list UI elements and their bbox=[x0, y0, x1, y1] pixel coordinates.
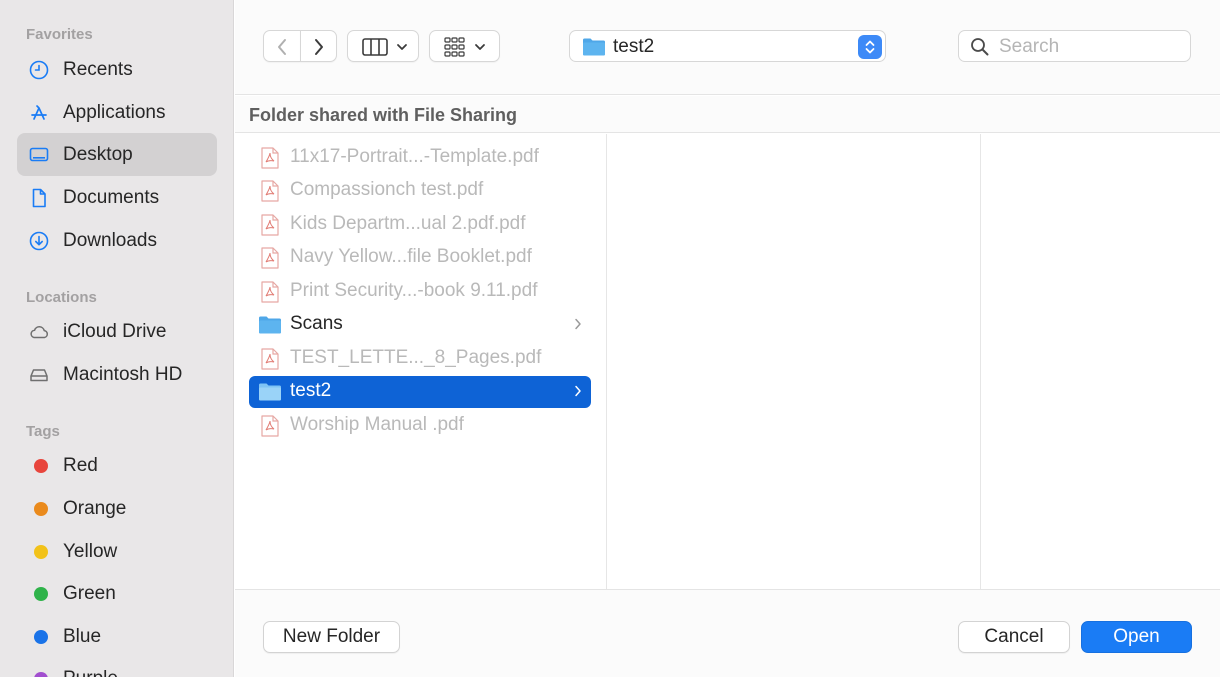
sidebar-tag-yellow[interactable]: Yellow bbox=[17, 530, 217, 573]
tag-color-dot bbox=[34, 672, 48, 677]
pdf-file-icon bbox=[261, 348, 279, 370]
tag-color-dot bbox=[34, 630, 48, 644]
file-row[interactable]: Kids Departm...ual 2.pdf.pdf bbox=[249, 209, 591, 241]
chevron-left-icon bbox=[278, 39, 286, 55]
forward-button[interactable] bbox=[300, 30, 337, 62]
pdf-file-icon bbox=[261, 247, 279, 269]
location-subheader: Folder shared with File Sharing bbox=[235, 96, 1220, 133]
disk-icon bbox=[30, 369, 48, 382]
chevron-right-icon bbox=[575, 385, 581, 397]
open-button[interactable]: Open bbox=[1081, 621, 1192, 653]
sidebar-tag-orange[interactable]: Orange bbox=[17, 487, 217, 530]
column-divider bbox=[980, 134, 981, 589]
pdf-file-icon bbox=[261, 147, 279, 169]
file-row[interactable]: Worship Manual .pdf bbox=[249, 410, 591, 442]
sidebar-item-documents[interactable]: Documents bbox=[17, 176, 217, 219]
search-field[interactable]: Search bbox=[958, 30, 1191, 62]
sidebar-item-label: Blue bbox=[63, 626, 102, 647]
file-name: 11x17-Portrait...-Template.pdf bbox=[290, 146, 539, 167]
pdf-file-icon bbox=[261, 180, 279, 202]
sidebar-tag-green[interactable]: Green bbox=[17, 572, 217, 615]
search-icon bbox=[971, 38, 989, 56]
sidebar-item-downloads[interactable]: Downloads bbox=[17, 219, 217, 262]
sidebar-item-desktop[interactable]: Desktop bbox=[17, 133, 217, 176]
pdf-file-icon bbox=[261, 281, 279, 303]
chevron-right-icon bbox=[575, 318, 581, 330]
sidebar-item-label: Documents bbox=[63, 187, 160, 208]
file-name: TEST_LETTE..._8_Pages.pdf bbox=[290, 347, 542, 368]
column-browser: 11x17-Portrait...-Template.pdf Compassion… bbox=[235, 134, 1220, 589]
sidebar-item-label: Desktop bbox=[63, 144, 133, 165]
sidebar-item-icloud-drive[interactable]: iCloud Drive bbox=[17, 310, 217, 353]
tag-color-dot bbox=[34, 587, 48, 601]
toolbar: test2 Search bbox=[235, 0, 1220, 95]
sidebar-item-label: Yellow bbox=[63, 541, 118, 562]
file-row[interactable]: TEST_LETTE..._8_Pages.pdf bbox=[249, 343, 591, 375]
download-icon bbox=[29, 231, 49, 251]
grid-group-icon bbox=[444, 37, 485, 57]
cancel-button[interactable]: Cancel bbox=[958, 621, 1070, 653]
cloud-icon bbox=[30, 326, 48, 339]
tag-color-dot bbox=[34, 502, 48, 516]
folder-row[interactable]: Scans bbox=[249, 309, 591, 341]
file-name: Kids Departm...ual 2.pdf.pdf bbox=[290, 213, 526, 234]
sidebar-item-label: iCloud Drive bbox=[63, 321, 167, 342]
search-placeholder: Search bbox=[999, 36, 1060, 57]
tag-color-dot bbox=[34, 545, 48, 559]
sidebar-item-macintosh-hd[interactable]: Macintosh HD bbox=[17, 353, 217, 396]
applications-icon bbox=[31, 105, 47, 120]
column-divider bbox=[606, 134, 607, 589]
clock-icon bbox=[29, 60, 49, 80]
folder-icon bbox=[583, 38, 605, 56]
file-name: Navy Yellow...file Booklet.pdf bbox=[290, 246, 532, 267]
columns-view-icon bbox=[362, 38, 407, 56]
sidebar-item-label: Red bbox=[63, 455, 98, 476]
favorites-header: Favorites bbox=[26, 26, 93, 43]
file-name: Compassionch test.pdf bbox=[290, 179, 484, 200]
sidebar: Favorites Recents Applications Desktop D… bbox=[0, 0, 234, 677]
sidebar-item-recents[interactable]: Recents bbox=[17, 48, 217, 91]
up-down-chevron-icon bbox=[865, 40, 875, 54]
sidebar-item-applications[interactable]: Applications bbox=[17, 91, 217, 134]
sidebar-item-label: Purple bbox=[63, 668, 118, 677]
locations-header: Locations bbox=[26, 289, 97, 306]
back-button[interactable] bbox=[263, 30, 300, 62]
subheader-text: Folder shared with File Sharing bbox=[249, 105, 518, 125]
tag-color-dot bbox=[34, 459, 48, 473]
new-folder-button[interactable]: New Folder bbox=[263, 621, 400, 653]
file-row[interactable]: Compassionch test.pdf bbox=[249, 175, 591, 207]
file-name: Scans bbox=[290, 313, 343, 334]
folder-icon bbox=[259, 316, 281, 334]
sidebar-item-label: Macintosh HD bbox=[63, 364, 183, 385]
folder-icon bbox=[259, 383, 281, 401]
bottom-bar: New Folder Cancel Open bbox=[235, 589, 1220, 677]
group-by-button[interactable] bbox=[429, 30, 500, 62]
file-row[interactable]: Print Security...-book 9.11.pdf bbox=[249, 276, 591, 308]
tags-header: Tags bbox=[26, 423, 60, 440]
sidebar-item-label: Green bbox=[63, 583, 116, 604]
file-name: Print Security...-book 9.11.pdf bbox=[290, 280, 538, 301]
path-label: test2 bbox=[613, 36, 655, 57]
sidebar-tag-red[interactable]: Red bbox=[17, 444, 217, 487]
sidebar-item-label: Applications bbox=[63, 102, 166, 123]
sidebar-tag-blue[interactable]: Blue bbox=[17, 615, 217, 658]
path-stepper[interactable] bbox=[858, 35, 882, 59]
pdf-file-icon bbox=[261, 415, 279, 437]
sidebar-item-label: Downloads bbox=[63, 230, 157, 251]
sidebar-item-label: Recents bbox=[63, 59, 133, 80]
view-mode-button[interactable] bbox=[347, 30, 419, 62]
file-row[interactable]: Navy Yellow...file Booklet.pdf bbox=[249, 242, 591, 274]
file-name: test2 bbox=[290, 380, 332, 401]
file-name: Worship Manual .pdf bbox=[290, 414, 464, 435]
document-icon bbox=[32, 188, 46, 208]
pdf-file-icon bbox=[261, 214, 279, 236]
sidebar-item-label: Orange bbox=[63, 498, 127, 519]
folder-row[interactable]: test2 bbox=[249, 376, 591, 408]
desktop-icon bbox=[29, 147, 49, 162]
chevron-right-icon bbox=[315, 39, 323, 55]
file-row[interactable]: 11x17-Portrait...-Template.pdf bbox=[249, 142, 591, 174]
sidebar-tag-purple[interactable]: Purple bbox=[17, 657, 217, 677]
path-popup[interactable]: test2 bbox=[569, 30, 886, 62]
